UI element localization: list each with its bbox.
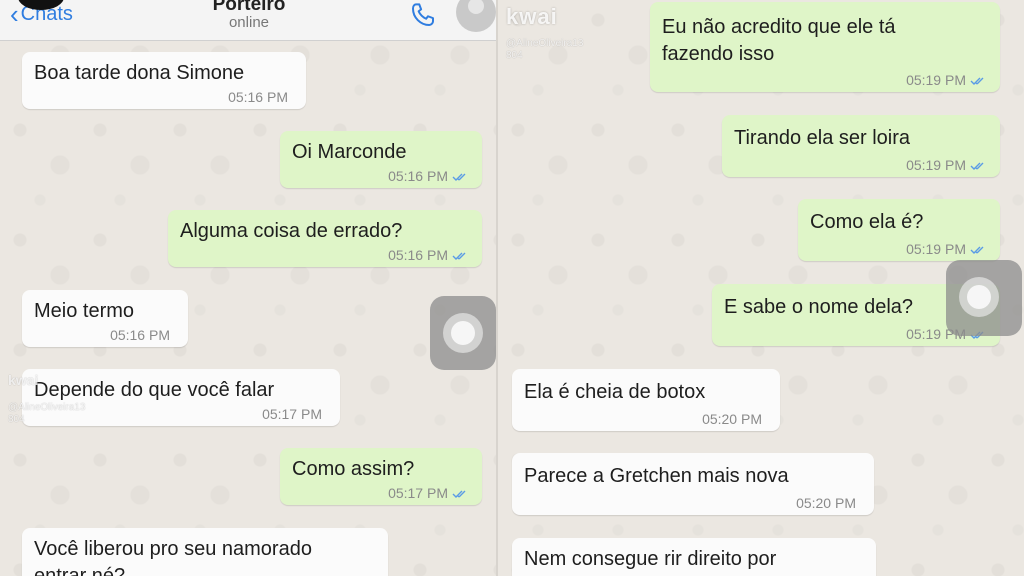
message-bubble[interactable]: Como ela é? 05:19 PM <box>798 199 1000 261</box>
watermark-handle: @AlineOliveira13 <box>8 402 86 413</box>
message-time: 05:20 PM <box>702 411 762 427</box>
message-text: Parece a Gretchen mais nova <box>524 465 789 487</box>
message-text: Meio termo <box>34 300 135 322</box>
message-bubble[interactable]: Eu não acredito que ele tá fazendo isso … <box>650 2 1000 92</box>
chat-panel-left: ‹ Chats Porteiro online Boa tarde dona S… <box>0 0 498 576</box>
message-time: 05:16 PM <box>228 89 288 105</box>
message-time: 05:16 PM <box>110 327 170 343</box>
message-text: Como assim? <box>292 458 415 480</box>
message-bubble[interactable]: Alguma coisa de errado? 05:16 PM <box>168 210 482 267</box>
message-bubble[interactable]: Depende do que você falar 05:17 PM <box>22 369 340 426</box>
read-ticks-icon <box>452 173 466 181</box>
message-text: Ela é cheia de botox <box>524 381 706 403</box>
read-ticks-icon <box>452 490 466 498</box>
message-time: 05:19 PM <box>906 241 966 257</box>
message-time: 05:16 PM <box>388 168 448 184</box>
message-text: Tirando ela ser loira <box>734 127 911 149</box>
phone-icon[interactable] <box>408 0 438 30</box>
message-text: Como ela é? <box>810 211 924 233</box>
message-time: 05:16 PM <box>388 247 448 263</box>
message-text: Alguma coisa de errado? <box>180 220 403 242</box>
message-bubble[interactable]: Boa tarde dona Simone 05:16 PM <box>22 52 306 109</box>
chat-header: ‹ Chats Porteiro online <box>0 0 498 41</box>
message-text: Oi Marconde <box>292 141 407 163</box>
message-bubble[interactable]: Oi Marconde 05:16 PM <box>280 131 482 188</box>
message-text: Nem consegue rir direito por <box>524 548 777 570</box>
assistive-touch-button[interactable] <box>946 260 1022 336</box>
message-text: Depende do que você falar <box>34 379 275 401</box>
message-bubble[interactable]: Parece a Gretchen mais nova 05:20 PM <box>512 453 874 515</box>
message-text: Boa tarde dona Simone <box>34 62 245 84</box>
read-ticks-icon <box>970 162 984 170</box>
message-time: 05:17 PM <box>262 406 322 422</box>
message-text: E sabe o nome dela? <box>724 296 914 318</box>
read-ticks-icon <box>452 252 466 260</box>
message-bubble[interactable]: Como assim? 05:17 PM <box>280 448 482 505</box>
read-ticks-icon <box>970 246 984 254</box>
message-bubble[interactable]: Meio termo 05:16 PM <box>22 290 188 347</box>
message-bubble[interactable]: Nem consegue rir direito por <box>512 538 876 576</box>
assistive-touch-button[interactable] <box>430 296 496 370</box>
message-bubble[interactable]: Ela é cheia de botox 05:20 PM <box>512 369 780 431</box>
message-text-line1: Eu não acredito que ele tá <box>662 16 896 38</box>
message-time: 05:19 PM <box>906 157 966 173</box>
message-time: 05:17 PM <box>388 485 448 501</box>
watermark-logo: kwai <box>506 4 558 29</box>
watermark-code: 804 <box>506 50 523 61</box>
watermark-code: 804 <box>8 414 25 425</box>
message-time: 05:20 PM <box>796 495 856 511</box>
message-text-line1: Você liberou pro seu namorado <box>34 538 312 560</box>
message-bubble[interactable]: Tirando ela ser loira 05:19 PM <box>722 115 1000 177</box>
message-time: 05:19 PM <box>906 72 966 88</box>
message-text-line2: fazendo isso <box>662 43 775 65</box>
chat-panel-right: kwai @AlineOliveira13 804 Eu não acredit… <box>498 0 1024 576</box>
watermark-handle: @AlineOliveira13 <box>506 38 584 49</box>
message-text-line2: entrar né? <box>34 565 126 576</box>
watermark-logo: kwai <box>8 372 39 388</box>
message-bubble[interactable]: Você liberou pro seu namorado entrar né? <box>22 528 388 576</box>
read-ticks-icon <box>970 77 984 85</box>
